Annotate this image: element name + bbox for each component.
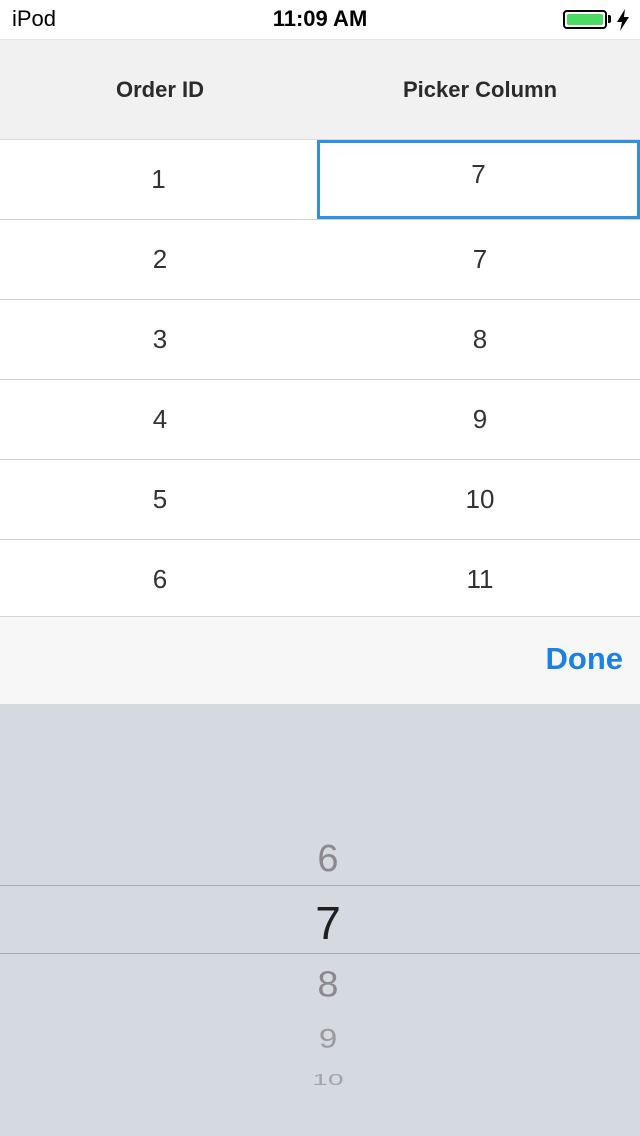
status-bar: iPod 11:09 AM	[0, 0, 640, 40]
cell-order-id[interactable]: 1	[0, 140, 317, 219]
cell-picker-column[interactable]: 10	[320, 460, 640, 539]
cell-picker-column[interactable]: 7	[320, 220, 640, 299]
grid-header: Order ID Picker Column	[0, 40, 640, 140]
grid-row[interactable]: 38	[0, 300, 640, 380]
grid-row[interactable]: 17	[0, 140, 640, 220]
battery-icon	[563, 10, 607, 29]
picker-toolbar: Done	[0, 616, 640, 704]
battery-level	[567, 14, 603, 25]
cell-picker-column[interactable]: 9	[320, 380, 640, 459]
cell-picker-column-editing[interactable]: 7	[317, 140, 640, 219]
cell-picker-column[interactable]: 11	[320, 540, 640, 616]
grid-body: 1 7 2 7 3 8 4 9 5 10 6 11	[0, 140, 640, 616]
cell-picker-column[interactable]: 8	[320, 300, 640, 379]
cell-order-id[interactable]: 3	[0, 300, 320, 379]
column-header-order-id[interactable]: Order ID	[0, 40, 320, 139]
charging-bolt-icon	[617, 9, 629, 31]
picker-item[interactable]: 10	[0, 1072, 640, 1087]
grid-row[interactable]: 5 10	[0, 460, 640, 540]
picker-item[interactable]: 6	[0, 840, 640, 878]
grid-row[interactable]: 27	[0, 220, 640, 300]
app-screen: iPod 11:09 AM Order ID Picker Column 172…	[0, 0, 640, 1136]
done-button[interactable]: Done	[546, 641, 624, 677]
cell-order-id[interactable]: 2	[0, 220, 320, 299]
cell-order-id[interactable]: 4	[0, 380, 320, 459]
cell-order-id[interactable]: 6	[0, 540, 320, 616]
picker-item[interactable]: 8	[0, 967, 640, 1003]
column-header-picker-column[interactable]: Picker Column	[320, 40, 640, 139]
battery-tip	[608, 15, 611, 23]
cell-order-id[interactable]: 5	[0, 460, 320, 539]
number-picker[interactable]: 6 7 8 9 10	[0, 704, 640, 1136]
grid-row[interactable]: 49	[0, 380, 640, 460]
grid-row[interactable]: 6 11	[0, 540, 640, 616]
picker-item[interactable]: 9	[0, 1025, 640, 1051]
picker-item-selected[interactable]: 7	[0, 900, 640, 946]
status-time: 11:09 AM	[272, 6, 368, 31]
